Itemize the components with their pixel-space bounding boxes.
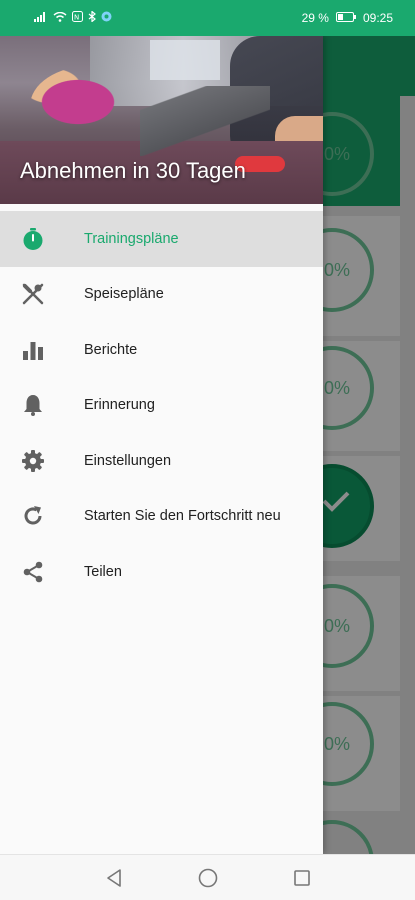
menu-item-einstellungen[interactable]: Einstellungen <box>0 433 323 489</box>
vpn-icon <box>101 11 112 25</box>
menu-item-label: Erinnerung <box>84 397 155 414</box>
menu-item-label: Teilen <box>84 563 122 580</box>
menu-item-trainingsplaene[interactable]: Trainingspläne <box>0 211 323 267</box>
header-photo-legs <box>140 86 270 156</box>
menu-item-berichte[interactable]: Berichte <box>0 322 323 378</box>
navigation-drawer: Abnehmen in 30 Tagen Trainingspläne Spei… <box>0 36 323 854</box>
svg-text:N: N <box>74 14 79 22</box>
bell-icon <box>0 393 84 417</box>
menu-item-fortschritt-neu[interactable]: Starten Sie den Fortschritt neu <box>0 489 323 545</box>
refresh-icon <box>0 504 84 528</box>
system-nav-bar <box>0 854 415 900</box>
gear-icon <box>0 449 84 473</box>
bar-chart-icon <box>0 338 84 362</box>
status-bar: N 29 % 09:25 <box>0 0 415 36</box>
menu-item-label: Trainingspläne <box>84 230 179 247</box>
signal-icon <box>34 11 48 25</box>
menu-item-speiseplaene[interactable]: Speisepläne <box>0 267 323 323</box>
drawer-menu: Trainingspläne Speisepläne Berichte Erin… <box>0 211 323 600</box>
menu-item-label: Speisepläne <box>84 286 164 303</box>
back-icon[interactable] <box>102 866 126 890</box>
nfc-icon: N <box>72 11 83 25</box>
recents-icon[interactable] <box>290 866 314 890</box>
drawer-header-image: Abnehmen in 30 Tagen <box>0 36 323 204</box>
menu-item-erinnerung[interactable]: Erinnerung <box>0 378 323 434</box>
home-icon[interactable] <box>196 866 220 890</box>
header-photo-window <box>150 40 220 80</box>
header-photo-athlete <box>30 66 150 146</box>
drawer-title: Abnehmen in 30 Tagen <box>20 158 246 183</box>
wifi-icon <box>53 11 67 25</box>
menu-item-label: Einstellungen <box>84 452 172 469</box>
clock: 09:25 <box>362 11 393 25</box>
status-icons-left: N <box>34 10 112 25</box>
stopwatch-icon <box>0 227 84 251</box>
status-icons-right: 29 % 09:25 <box>302 11 393 25</box>
menu-item-teilen[interactable]: Teilen <box>0 544 323 600</box>
menu-item-label: Berichte <box>84 341 138 358</box>
share-icon <box>0 560 84 584</box>
bluetooth-icon <box>88 10 96 25</box>
fork-knife-icon <box>0 282 84 306</box>
menu-item-label: Starten Sie den Fortschritt neu <box>84 508 281 525</box>
battery-icon <box>335 11 356 25</box>
battery-percent: 29 % <box>301 11 329 25</box>
